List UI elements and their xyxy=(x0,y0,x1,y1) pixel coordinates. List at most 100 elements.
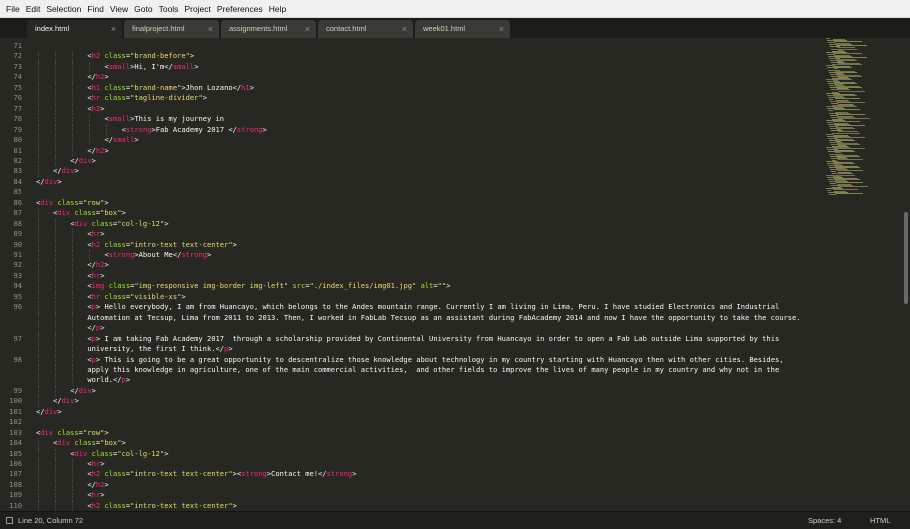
code-editor[interactable]: 71 72 73 74 75 76 77 78 79 80 81 82 83 84 85 86 87 88 89 90… xyxy=(0,38,910,511)
panel-toggle-icon[interactable] xyxy=(6,517,13,524)
line-number: 82 xyxy=(13,155,22,165)
code-line: <hr> xyxy=(87,270,105,280)
indent-guide xyxy=(55,135,57,146)
minimap-line xyxy=(827,162,855,164)
indent-guide xyxy=(72,229,74,240)
menu-goto[interactable]: Goto xyxy=(131,0,155,18)
tab-contact[interactable]: contact.html × xyxy=(318,20,413,38)
line-number: 101 xyxy=(9,406,22,416)
code-line: <h2 class="intro-text text-center"> xyxy=(87,239,237,249)
tab-week01[interactable]: week01.html × xyxy=(415,20,510,38)
minimap-line xyxy=(829,98,833,100)
minimap-line xyxy=(834,136,865,138)
minimap-line xyxy=(831,48,857,50)
code-line: </div> xyxy=(36,176,62,186)
menu-help[interactable]: Help xyxy=(266,0,289,18)
minimap-line xyxy=(829,71,857,73)
syntax-setting[interactable]: HTML xyxy=(870,512,890,529)
close-icon[interactable]: × xyxy=(402,20,407,38)
indent-guide xyxy=(72,135,74,146)
line-number: 104 xyxy=(9,438,22,448)
code-line: </div> xyxy=(70,155,96,165)
indent-guide xyxy=(55,114,57,125)
minimap-line xyxy=(831,171,836,173)
minimap-line xyxy=(830,128,855,130)
line-number: 102 xyxy=(9,417,22,427)
minimap-line xyxy=(834,109,860,111)
minimap-line xyxy=(828,110,833,112)
menu-bar: File Edit Selection Find View Goto Tools Projec… xyxy=(0,0,910,18)
indent-guide xyxy=(72,270,74,282)
code-line: <h2 class="intro-text text-center"> xyxy=(87,500,237,510)
indent-guide xyxy=(72,260,74,271)
indent-guide xyxy=(72,469,74,480)
menu-preferences[interactable]: Preferences xyxy=(214,0,266,18)
indent-guide xyxy=(55,302,57,313)
menu-find[interactable]: Find xyxy=(84,0,107,18)
indent-guide xyxy=(55,312,57,324)
code-area[interactable]: <h2 class="brand-before"> <small>Hi, I'm<… xyxy=(36,38,826,511)
line-number: 74 xyxy=(13,72,22,82)
code-line: <div class="col-lg-12"> xyxy=(70,218,169,228)
indent-guide xyxy=(38,385,39,397)
indent-guide xyxy=(38,459,39,470)
indent-guide xyxy=(55,103,57,115)
minimap-line xyxy=(833,189,858,191)
minimap-line xyxy=(838,90,865,92)
indent-guide xyxy=(72,333,74,345)
minimap[interactable] xyxy=(826,38,902,198)
indentation-setting[interactable]: Spaces: 4 xyxy=(808,512,841,529)
menu-view[interactable]: View xyxy=(107,0,131,18)
close-icon[interactable]: × xyxy=(499,20,504,38)
menu-project[interactable]: Project xyxy=(181,0,213,18)
code-line: <p> This is going to be a great opportun… xyxy=(87,354,784,364)
tab-label: index.html xyxy=(35,24,70,33)
indent-guide xyxy=(38,270,39,282)
indent-guide xyxy=(72,239,74,250)
minimap-line xyxy=(828,42,835,44)
close-icon[interactable]: × xyxy=(305,20,310,38)
close-icon[interactable]: × xyxy=(208,20,213,38)
indent-guide xyxy=(55,260,57,271)
minimap-line xyxy=(837,170,863,172)
line-number: 86 xyxy=(13,197,22,207)
menu-file[interactable]: File xyxy=(3,0,23,18)
menu-tools[interactable]: Tools xyxy=(156,0,182,18)
close-icon[interactable]: × xyxy=(111,20,116,38)
indent-guide xyxy=(38,229,39,240)
tab-finalproject[interactable]: finalproject.html × xyxy=(124,20,219,38)
menu-selection[interactable]: Selection xyxy=(43,0,84,18)
indent-guide xyxy=(72,344,74,355)
tab-assignments[interactable]: assignments.html × xyxy=(221,20,316,38)
minimap-line xyxy=(826,78,852,80)
code-line: </small> xyxy=(104,135,139,145)
line-number: 79 xyxy=(13,124,22,134)
code-line: <div class="box"> xyxy=(53,208,126,218)
indent-guide xyxy=(55,490,57,501)
tab-index[interactable]: index.html × xyxy=(27,20,122,38)
indent-guide xyxy=(38,448,39,459)
code-line: <hr> xyxy=(87,490,105,500)
indent-guide xyxy=(55,93,57,104)
code-line: </div> xyxy=(53,396,79,406)
code-line: <p> I am taking Fab Academy 2017 through… xyxy=(87,333,780,343)
indent-guide xyxy=(72,82,74,94)
menu-edit[interactable]: Edit xyxy=(23,0,44,18)
indent-guide xyxy=(72,302,74,313)
minimap-line xyxy=(838,158,863,160)
indent-guide xyxy=(38,124,39,136)
code-line: <hr> xyxy=(87,229,105,239)
line-number: 97 xyxy=(13,333,22,343)
code-line: world.</p> xyxy=(87,375,131,385)
indent-guide xyxy=(72,291,74,303)
line-number: 109 xyxy=(9,490,22,500)
indent-guide xyxy=(55,155,57,167)
code-line: <small>This is my journey in xyxy=(104,114,225,124)
indent-guide xyxy=(38,218,39,230)
line-number: 77 xyxy=(13,103,22,113)
vertical-scrollbar[interactable] xyxy=(904,212,908,304)
code-line: university, the first I think.</p> xyxy=(87,344,233,354)
line-number: 78 xyxy=(13,114,22,124)
indent-guide xyxy=(38,155,39,167)
status-bar: Line 20, Column 72 Spaces: 4 HTML xyxy=(0,511,910,529)
